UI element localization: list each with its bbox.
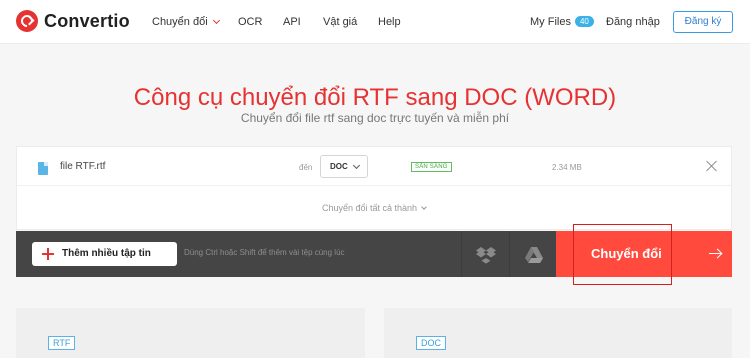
nav-pricing[interactable]: Vật giá (323, 16, 357, 28)
to-label: đến (299, 163, 313, 172)
target-format-value: DOC (330, 162, 348, 171)
my-files-link[interactable]: My Files 40 (530, 16, 594, 28)
nav-ocr[interactable]: OCR (238, 16, 262, 28)
file-name: file RTF.rtf (60, 161, 106, 172)
nav-help[interactable]: Help (378, 16, 401, 28)
add-files-button[interactable]: Thêm nhiều tập tin (32, 242, 177, 266)
target-format-select[interactable]: DOC (320, 155, 368, 178)
source-format-card: RTF (16, 308, 365, 358)
file-card: file RTF.rtf đến DOC SẴN SÀNG 2.34 MB Ch… (16, 146, 732, 230)
google-drive-button[interactable] (509, 231, 557, 277)
chevron-down-icon (352, 161, 361, 170)
divider (17, 185, 731, 186)
status-badge: SẴN SÀNG (411, 162, 452, 172)
nav-api[interactable]: API (283, 16, 301, 28)
file-icon (38, 162, 48, 175)
chevron-down-icon (421, 204, 427, 210)
convertio-logo-icon (16, 10, 38, 32)
page-subtitle: Chuyển đổi file rtf sang doc trực tuyến … (240, 111, 510, 125)
plus-icon (42, 248, 54, 260)
file-size: 2.34 MB (552, 163, 582, 172)
nav-convert-label: Chuyển đổi (152, 16, 208, 28)
header: Convertio Chuyển đổi OCR API Vật giá Hel… (0, 0, 750, 44)
logo[interactable]: Convertio (16, 10, 130, 32)
source-format-tag[interactable]: RTF (48, 336, 76, 350)
multi-select-hint: Dùng Ctrl hoặc Shift để thêm vài tệp cùn… (184, 248, 345, 257)
convert-all-label: Chuyển đổi tất cả thành (321, 203, 418, 213)
my-files-count-badge: 40 (574, 16, 594, 27)
add-files-label: Thêm nhiều tập tin (62, 248, 151, 259)
arrow-right-icon (709, 249, 721, 259)
dropbox-button[interactable] (461, 231, 509, 277)
dropbox-icon (476, 247, 496, 264)
target-format-card: DOC (384, 308, 732, 358)
page-title: Công cụ chuyển đổi RTF sang DOC (WORD) (133, 84, 617, 111)
my-files-label: My Files (530, 16, 571, 28)
chevron-down-icon (212, 16, 220, 25)
close-icon[interactable] (706, 160, 718, 172)
google-drive-icon (525, 247, 543, 263)
brand-name: Convertio (44, 10, 130, 31)
target-format-tag[interactable]: DOC (416, 336, 446, 350)
nav-convert[interactable]: Chuyển đổi (152, 16, 220, 28)
signup-button[interactable]: Đăng ký (673, 11, 733, 33)
convert-button-highlight (573, 224, 672, 285)
convert-all-dropdown[interactable]: Chuyển đổi tất cả thành (17, 203, 731, 213)
login-link[interactable]: Đăng nhập (606, 16, 660, 28)
